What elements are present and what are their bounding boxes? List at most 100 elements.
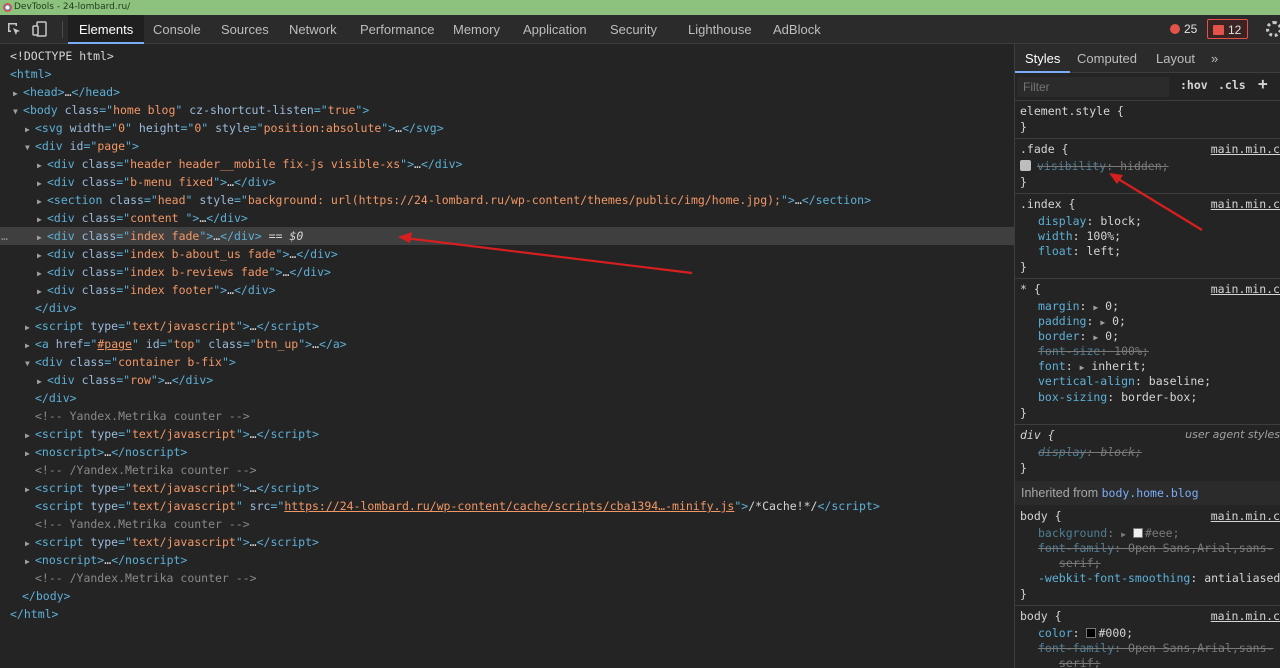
body-tag: body xyxy=(29,103,58,117)
tree-line-div-row[interactable]: ▶ <div class="row">…</div> xyxy=(0,371,1014,389)
more-tabs-chevron-icon[interactable]: » xyxy=(1211,44,1218,73)
inherited-label: Inherited from xyxy=(1021,486,1102,500)
tree-line-html[interactable]: <html> xyxy=(0,65,1014,83)
inherited-element-link[interactable]: body.home.blog xyxy=(1102,486,1199,500)
tab-styles[interactable]: Styles xyxy=(1015,44,1071,73)
tree-line-section-head[interactable]: ▶ <section class="head" style="background… xyxy=(0,191,1014,209)
color-swatch[interactable] xyxy=(1086,628,1097,638)
tree-line-script[interactable]: ▶ <script type="text/javascript">…</scrip… xyxy=(0,317,1014,335)
tree-line-div-reviews[interactable]: ▶ <div class="index b-reviews fade">…</di… xyxy=(0,263,1014,281)
padding-declaration[interactable]: padding: ▶ 0; xyxy=(1038,314,1126,329)
prop-name: display xyxy=(1038,214,1087,228)
prop-name: box-sizing xyxy=(1038,390,1108,404)
tree-line-a-top[interactable]: ▶ <a href="#page" id="top" class="btn_up"… xyxy=(0,335,1014,353)
errors-counter[interactable]: 25 xyxy=(1164,19,1203,39)
tree-line-script-src[interactable]: <script type="text/javascript" src="http… xyxy=(0,497,1014,515)
tab-lighthouse[interactable]: Lighthouse xyxy=(688,15,752,44)
tree-line-html-close[interactable]: </html> xyxy=(0,605,1014,623)
tree-line-div-header[interactable]: ▶ <div class="header header__mobile fix-j… xyxy=(0,155,1014,173)
margin-declaration[interactable]: margin: ▶ 0; xyxy=(1038,299,1119,314)
prop-value: 100%; xyxy=(1086,229,1122,243)
tree-line-script[interactable]: ▶ <script type="text/javascript">…</scrip… xyxy=(0,425,1014,443)
element-style-selector[interactable]: element.style { xyxy=(1020,104,1124,119)
tree-line-noscript[interactable]: ▶ <noscript>…</noscript> xyxy=(0,551,1014,569)
tab-sources[interactable]: Sources xyxy=(221,15,269,44)
device-toolbar-icon[interactable] xyxy=(32,21,48,37)
tab-elements[interactable]: Elements xyxy=(68,15,145,44)
hov-toggle[interactable]: :hov xyxy=(1180,78,1208,92)
inspect-element-icon[interactable] xyxy=(6,21,22,37)
index-float-declaration[interactable]: float: left; xyxy=(1038,244,1121,259)
tree-line-div-page[interactable]: ▼ <div id="page"> xyxy=(0,137,1014,155)
issues-counter[interactable]: 12 xyxy=(1207,19,1249,39)
stylesheet-link[interactable]: main.min.c xyxy=(1211,282,1280,296)
script-src-link[interactable]: https://24-lombard.ru/wp-content/cache/s… xyxy=(284,499,734,513)
body-color-declaration[interactable]: color: #000; xyxy=(1038,626,1133,641)
index-selector[interactable]: .index { xyxy=(1020,197,1075,212)
tab-computed[interactable]: Computed xyxy=(1077,44,1137,73)
stylesheet-link[interactable]: main.min.c xyxy=(1211,142,1280,156)
tab-security[interactable]: Security xyxy=(610,15,657,44)
property-checkbox[interactable] xyxy=(1020,160,1031,171)
tree-line-div-close[interactable]: </div> xyxy=(0,299,1014,317)
stylesheet-link[interactable]: main.min.c xyxy=(1211,609,1280,623)
tree-line-doctype[interactable]: <!DOCTYPE html> xyxy=(0,47,1014,65)
tree-line-comment[interactable]: <!-- /Yandex.Metrika counter --> xyxy=(0,569,1014,587)
color-swatch[interactable] xyxy=(1132,528,1143,538)
body-selector[interactable]: body { xyxy=(1020,509,1062,524)
index-display-declaration[interactable]: display: block; xyxy=(1038,214,1142,229)
body-font-family-declaration[interactable]: font-family: Open Sans,Arial,sans- xyxy=(1038,541,1273,556)
tree-line-body[interactable]: ▼ <body class="home blog" cz-shortcut-lis… xyxy=(0,101,1014,119)
rule-separator xyxy=(1015,605,1280,606)
new-rule-plus-icon[interactable]: + xyxy=(1258,74,1268,93)
tree-line-div-footer[interactable]: ▶ <div class="index footer">…</div> xyxy=(0,281,1014,299)
fade-visibility-declaration[interactable]: visibility: hidden; xyxy=(1020,159,1169,174)
tree-line-comment[interactable]: <!-- Yandex.Metrika counter --> xyxy=(0,407,1014,425)
tree-line-div-about[interactable]: ▶ <div class="index b-about_us fade">…</d… xyxy=(0,245,1014,263)
div-display-declaration[interactable]: display: block; xyxy=(1038,445,1142,460)
prop-value: hidden; xyxy=(1120,159,1169,173)
body-selector[interactable]: body { xyxy=(1020,609,1062,624)
stylesheet-link[interactable]: main.min.c xyxy=(1211,509,1280,523)
body-font-smoothing-declaration[interactable]: -webkit-font-smoothing: antialiased xyxy=(1038,571,1280,586)
tree-line-comment[interactable]: <!-- Yandex.Metrika counter --> xyxy=(0,515,1014,533)
tab-layout[interactable]: Layout xyxy=(1156,44,1195,73)
tree-line-script[interactable]: ▶ <script type="text/javascript">…</scrip… xyxy=(0,479,1014,497)
tree-line-head[interactable]: ▶ <head>…</head> xyxy=(0,83,1014,101)
body-background-declaration[interactable]: background: ▶ #eee; xyxy=(1038,526,1180,541)
index-width-declaration[interactable]: width: 100%; xyxy=(1038,229,1121,244)
fade-selector[interactable]: .fade { xyxy=(1020,142,1068,157)
tab-console[interactable]: Console xyxy=(153,15,201,44)
tab-memory[interactable]: Memory xyxy=(453,15,500,44)
tree-line-div-content[interactable]: ▶ <div class="content ">…</div> xyxy=(0,209,1014,227)
tree-line-body-close[interactable]: </body> xyxy=(0,587,1014,605)
tree-line-noscript[interactable]: ▶ <noscript>…</noscript> xyxy=(0,443,1014,461)
tab-network[interactable]: Network xyxy=(289,15,337,44)
tab-adblock[interactable]: AdBlock xyxy=(773,15,821,44)
attr-link[interactable]: #page xyxy=(97,337,132,351)
stylesheet-link[interactable]: main.min.c xyxy=(1211,197,1280,211)
font-size-declaration[interactable]: font-size: 100%; xyxy=(1038,344,1149,359)
tree-line-comment[interactable]: <!-- /Yandex.Metrika counter --> xyxy=(0,461,1014,479)
gear-icon[interactable] xyxy=(1266,21,1280,37)
tree-line-script[interactable]: ▶ <script type="text/javascript">…</scrip… xyxy=(0,533,1014,551)
styles-filter-input[interactable] xyxy=(1017,77,1169,97)
error-icon xyxy=(1170,24,1180,34)
font-declaration[interactable]: font: ▶ inherit; xyxy=(1038,359,1147,374)
tab-application[interactable]: Application xyxy=(523,15,587,44)
tree-line-div-container[interactable]: ▼ <div class="container b-fix"> xyxy=(0,353,1014,371)
tree-line-svg[interactable]: ▶ <svg width="0" height="0" style="positi… xyxy=(0,119,1014,137)
tab-performance[interactable]: Performance xyxy=(360,15,434,44)
tree-line-div-index-fade-selected[interactable]: … ▶ <div class="index fade">…</div> == $0 xyxy=(0,227,1014,245)
body-font-family-declaration[interactable]: font-family: Open Sans,Arial,sans- xyxy=(1038,641,1273,656)
universal-selector[interactable]: * { xyxy=(1020,282,1041,297)
more-options-dots[interactable]: … xyxy=(1,227,8,245)
vertical-align-declaration[interactable]: vertical-align: baseline; xyxy=(1038,374,1211,389)
border-declaration[interactable]: border: ▶ 0; xyxy=(1038,329,1119,344)
tree-line-div-close[interactable]: </div> xyxy=(0,389,1014,407)
prop-value: inherit; xyxy=(1091,359,1147,373)
box-sizing-declaration[interactable]: box-sizing: border-box; xyxy=(1038,390,1197,405)
div-ua-selector[interactable]: div { xyxy=(1020,428,1055,443)
cls-toggle[interactable]: .cls xyxy=(1218,78,1246,92)
tree-line-div-bmenu[interactable]: ▶ <div class="b-menu fixed">…</div> xyxy=(0,173,1014,191)
